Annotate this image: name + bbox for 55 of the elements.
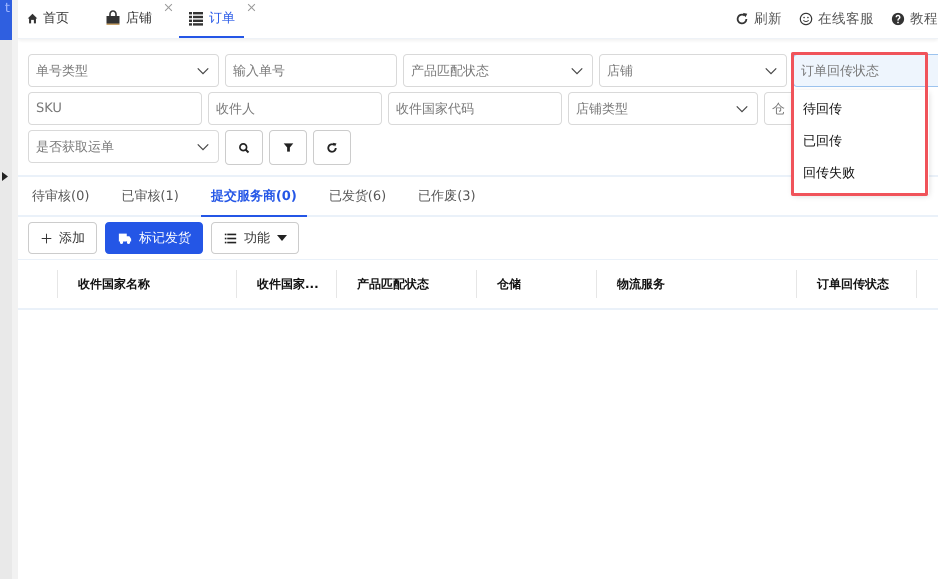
reset-button[interactable] (313, 130, 351, 165)
caret-icon (277, 235, 287, 241)
select-field[interactable]: 单号类型 (28, 54, 219, 87)
select-field[interactable]: 店铺 (599, 54, 787, 87)
column-header: 仓储 (477, 270, 597, 298)
filter-icon (282, 142, 294, 153)
tab-close-button[interactable] (247, 3, 256, 12)
input-field[interactable]: SKU (28, 92, 202, 125)
ship-button[interactable]: 标记发货 (105, 222, 203, 254)
column-header: 物流服务 (597, 270, 797, 298)
expand-arrow-icon[interactable] (2, 172, 8, 181)
status-tab[interactable]: 已发货(6) (318, 177, 396, 217)
menu-button[interactable]: 功能 (211, 222, 299, 254)
column-header: 产品匹配状态 (337, 270, 477, 298)
toolbar-link[interactable]: 刷新 (735, 0, 782, 38)
close-icon (164, 3, 173, 12)
input-field[interactable]: 收件人 (208, 92, 382, 125)
select-field[interactable]: 产品匹配状态 (403, 54, 593, 87)
column-header: 订单回传状态 (797, 270, 917, 298)
filter-button[interactable] (269, 130, 307, 165)
close-icon (247, 3, 256, 12)
search-button[interactable] (225, 130, 263, 165)
toolbar-link[interactable]: 在线客服 (799, 0, 874, 38)
refresh-icon (735, 12, 749, 26)
select-field[interactable]: 是否获取运单 (28, 130, 219, 163)
tab-close-button[interactable] (164, 3, 173, 12)
status-tab[interactable]: 提交服务商(0) (200, 177, 307, 217)
page-tab[interactable]: 订单 (179, 0, 244, 38)
bag-icon (105, 10, 121, 26)
input-field[interactable]: 输入单号 (225, 54, 397, 87)
page-tab[interactable]: 店铺 (96, 0, 161, 38)
sidebar-header: t (0, 0, 12, 40)
add-button[interactable]: 添加 (28, 222, 97, 254)
list-icon (224, 232, 237, 244)
status-tab[interactable]: 已审核(1) (111, 177, 189, 217)
help-icon (891, 12, 905, 26)
status-tab[interactable]: 待审核(0) (22, 177, 100, 217)
dropdown-option[interactable]: 已回传 (793, 126, 929, 158)
column-header: 收件国家名称 (58, 270, 237, 298)
select-field[interactable]: 店铺类型 (568, 92, 758, 125)
dropdown-option[interactable]: 回传失败 (793, 158, 929, 190)
input-field[interactable]: 收件国家代码 (388, 92, 562, 125)
dropdown-option[interactable]: 待回传 (793, 94, 929, 126)
select-field[interactable]: 订单回传状态 (793, 54, 938, 87)
status-tab[interactable]: 已作废(3) (408, 177, 486, 217)
truck-icon (118, 231, 132, 245)
home-icon (27, 12, 38, 24)
page-tab[interactable]: 首页 (18, 0, 78, 38)
toolbar-link[interactable]: 教程 (891, 0, 938, 38)
refresh-icon (326, 142, 338, 154)
list-icon (188, 10, 204, 26)
smile-icon (799, 12, 813, 26)
column-header: 收件国家... (237, 270, 337, 298)
search-icon (238, 142, 250, 154)
plus-icon (41, 232, 52, 244)
